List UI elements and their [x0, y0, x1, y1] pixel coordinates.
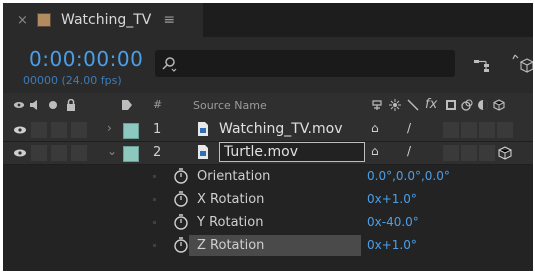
divider-dot [153, 221, 156, 224]
motion-blur-switch[interactable] [461, 122, 477, 138]
lock-switch[interactable] [71, 145, 87, 161]
frame-blending-icon[interactable] [445, 99, 457, 111]
shy-icon[interactable] [371, 99, 383, 111]
collapse-icon[interactable] [389, 99, 401, 111]
draft-3d-icon[interactable] [511, 53, 533, 75]
motion-blur-switch[interactable] [461, 145, 477, 161]
layer-name[interactable]: Watching_TV.mov [219, 121, 343, 137]
shy-switch-icon[interactable]: ⌂ [371, 121, 379, 135]
stopwatch-icon[interactable] [173, 190, 189, 208]
property-row-orientation[interactable]: Orientation 0.0°,0.0°,0.0° [3, 165, 533, 188]
lock-icon[interactable] [65, 99, 77, 111]
eye-icon[interactable] [13, 99, 25, 111]
quality-switch-icon[interactable]: / [407, 121, 411, 135]
audio-switch[interactable] [31, 145, 47, 161]
divider-dot [153, 175, 156, 178]
tab-bar: × Watching_TV ≡ [3, 3, 533, 37]
property-value[interactable]: 0x+1.0° [367, 238, 417, 252]
solo-switch[interactable] [51, 122, 67, 138]
timeline-panel: × Watching_TV ≡ 0:00:00:00 00000 (24.00 … [3, 3, 533, 271]
property-row-x-rotation[interactable]: X Rotation 0x+1.0° [3, 188, 533, 211]
adjustment-switch[interactable] [479, 145, 495, 161]
layer-label-color[interactable] [123, 146, 139, 162]
property-name: Orientation [197, 169, 271, 184]
close-icon[interactable]: × [17, 13, 31, 28]
search-icon [162, 56, 177, 72]
solo-icon[interactable] [47, 99, 59, 111]
layer-number-header: # [153, 98, 163, 111]
source-name-header[interactable]: Source Name [193, 99, 267, 112]
divider-dot [153, 244, 156, 247]
quality-switch-icon[interactable]: / [407, 144, 411, 158]
timecode-bar: 0:00:00:00 00000 (24.00 fps) [3, 37, 533, 93]
layer-number: 1 [153, 122, 162, 137]
effects-icon[interactable]: fx [425, 97, 441, 112]
3d-layer-icon[interactable] [493, 99, 505, 111]
adjustment-switch[interactable] [479, 122, 495, 138]
property-name: Z Rotation [197, 238, 265, 253]
property-name: X Rotation [197, 192, 265, 207]
footage-file-icon [198, 145, 208, 159]
quality-icon[interactable] [407, 99, 419, 111]
stopwatch-icon[interactable] [173, 213, 189, 231]
expand-chevron-icon[interactable]: › [107, 121, 112, 135]
layer-row-1[interactable]: › 1 Watching_TV.mov ⌂ / [3, 119, 533, 142]
3d-layer-on-icon[interactable] [497, 145, 513, 161]
divider-dot [153, 198, 156, 201]
adjustment-layer-icon[interactable] [477, 99, 489, 111]
solo-switch[interactable] [51, 145, 67, 161]
frame-blend-switch[interactable] [443, 122, 459, 138]
audio-icon[interactable] [29, 99, 41, 111]
tab-watching-tv[interactable]: × Watching_TV ≡ [3, 3, 203, 37]
layer-name-edit-field[interactable]: Turtle.mov [219, 142, 365, 162]
frame-blend-switch[interactable] [443, 145, 459, 161]
stopwatch-icon[interactable] [173, 236, 189, 254]
tab-title: Watching_TV [61, 12, 152, 28]
tab-label-color [37, 13, 51, 27]
audio-switch[interactable] [31, 122, 47, 138]
property-row-y-rotation[interactable]: Y Rotation 0x-40.0° [3, 211, 533, 234]
footage-file-icon [198, 122, 208, 136]
layer-row-2[interactable]: ⌄ 2 Turtle.mov ⌂ / [3, 142, 533, 165]
search-input[interactable] [155, 50, 455, 77]
layer-label-color[interactable] [123, 123, 139, 139]
label-tag-icon[interactable] [121, 99, 133, 111]
property-row-z-rotation[interactable]: Z Rotation 0x+1.0° [3, 234, 533, 257]
property-name: Y Rotation [197, 215, 264, 230]
composition-flowchart-icon[interactable] [473, 57, 493, 73]
panel-menu-icon[interactable]: ≡ [163, 12, 175, 28]
visibility-eye-icon[interactable] [13, 148, 27, 158]
layer-number: 2 [153, 145, 162, 160]
shy-switch-icon[interactable]: ⌂ [371, 144, 379, 158]
collapse-chevron-icon[interactable]: ⌄ [107, 144, 117, 158]
frame-count-display: 00000 (24.00 fps) [23, 74, 122, 87]
layer-header-row: # Source Name fx [3, 93, 533, 120]
visibility-eye-icon[interactable] [13, 125, 27, 135]
property-value[interactable]: 0x+1.0° [367, 192, 417, 206]
lock-switch[interactable] [71, 122, 87, 138]
current-time-display[interactable]: 0:00:00:00 [29, 47, 143, 71]
3d-switch[interactable] [497, 122, 513, 138]
motion-blur-icon[interactable] [461, 99, 473, 111]
property-value[interactable]: 0x-40.0° [367, 215, 419, 229]
stopwatch-icon[interactable] [173, 167, 189, 185]
property-value[interactable]: 0.0°,0.0°,0.0° [367, 169, 450, 183]
